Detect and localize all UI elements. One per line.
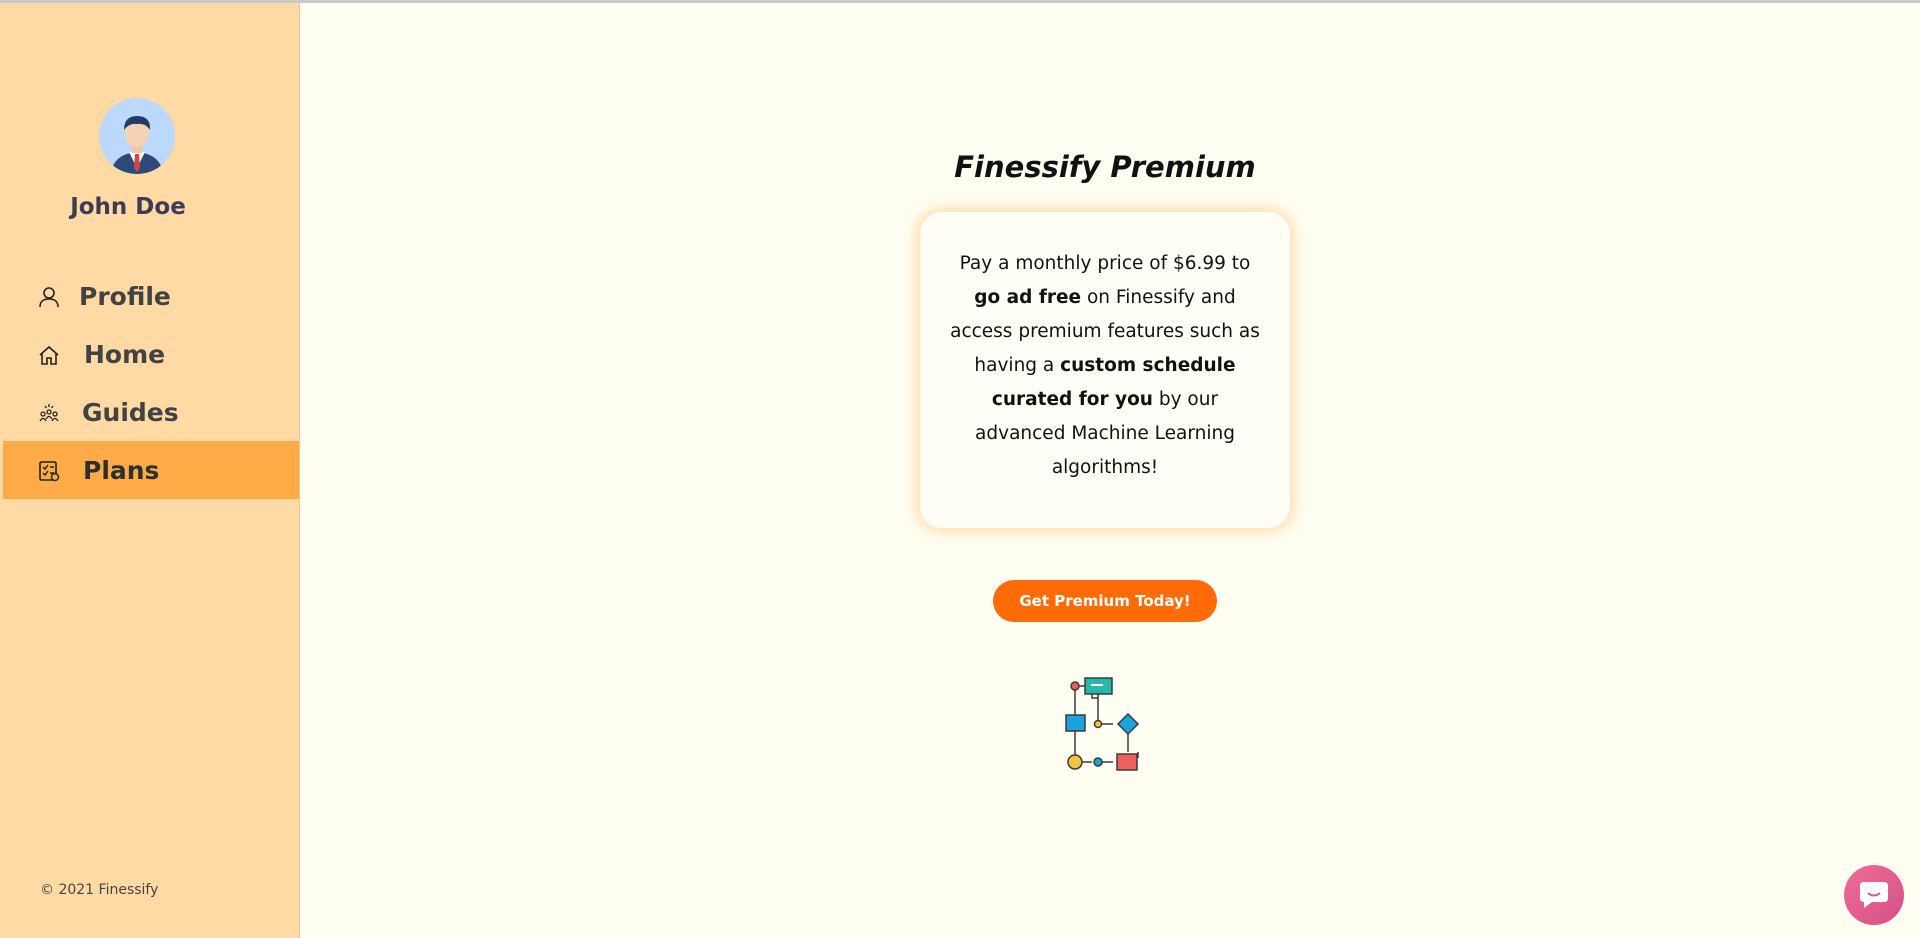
sidebar: John Doe Profile Home Guides Plans © 202… (0, 3, 300, 938)
user-name: John Doe (70, 194, 186, 220)
sidebar-item-guides[interactable]: Guides (3, 383, 299, 441)
flowchart-illustration (1065, 677, 1140, 771)
premium-info-card: Pay a monthly price of $6.99 to go ad fr… (920, 212, 1290, 528)
sidebar-item-label: Home (84, 339, 166, 369)
sidebar-item-plans[interactable]: Plans (3, 441, 299, 499)
page-title: Finessify Premium (954, 150, 1256, 184)
plans-icon (39, 461, 60, 482)
user-icon (39, 287, 59, 308)
sidebar-item-home[interactable]: Home (3, 325, 299, 383)
chat-icon (1860, 882, 1888, 908)
sidebar-item-profile[interactable]: Profile (3, 267, 299, 325)
guides-icon (39, 404, 59, 422)
get-premium-button[interactable]: Get Premium Today! (993, 580, 1217, 622)
home-icon (39, 345, 59, 365)
avatar[interactable] (99, 98, 175, 174)
sidebar-item-label: Profile (79, 281, 171, 311)
premium-description: Pay a monthly price of $6.99 to go ad fr… (950, 247, 1260, 485)
copyright: © 2021 Finessify (40, 882, 159, 898)
sidebar-item-label: Plans (83, 455, 160, 485)
description-text: Pay a monthly price of $6.99 to (959, 253, 1251, 274)
description-highlight: go ad free (974, 287, 1082, 308)
sidebar-item-label: Guides (82, 397, 179, 427)
chat-button[interactable] (1844, 865, 1904, 925)
